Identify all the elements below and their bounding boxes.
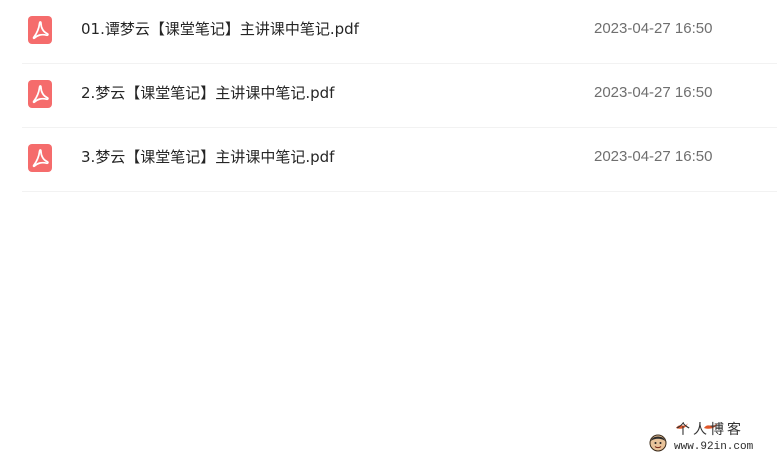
file-name[interactable]: 01.谭梦云【课堂笔记】主讲课中笔记.pdf — [81, 19, 359, 39]
file-row[interactable]: 3.梦云【课堂笔记】主讲课中笔记.pdf 2023-04-27 16:50 — [0, 128, 777, 192]
file-name[interactable]: 2.梦云【课堂笔记】主讲课中笔记.pdf — [81, 83, 334, 103]
watermark-url: www.92in.com — [674, 441, 754, 453]
file-row[interactable]: 01.谭梦云【课堂笔记】主讲课中笔记.pdf 2023-04-27 16:50 — [0, 0, 777, 64]
file-name[interactable]: 3.梦云【课堂笔记】主讲课中笔记.pdf — [81, 147, 334, 167]
pdf-icon — [28, 16, 52, 44]
file-modified-date: 2023-04-27 16:50 — [594, 84, 713, 101]
file-list: 01.谭梦云【课堂笔记】主讲课中笔记.pdf 2023-04-27 16:50 … — [0, 0, 777, 192]
file-list-page: 01.谭梦云【课堂笔记】主讲课中笔记.pdf 2023-04-27 16:50 … — [0, 0, 777, 461]
file-modified-date: 2023-04-27 16:50 — [594, 20, 713, 37]
file-modified-date: 2023-04-27 16:50 — [594, 148, 713, 165]
pdf-icon — [28, 144, 52, 172]
watermark-title: 个人博客 — [676, 422, 744, 438]
avatar-icon — [649, 434, 667, 452]
blog-watermark: 个人博客 www.92in.com — [646, 418, 774, 458]
pdf-icon — [28, 80, 52, 108]
file-row[interactable]: 2.梦云【课堂笔记】主讲课中笔记.pdf 2023-04-27 16:50 — [0, 64, 777, 128]
